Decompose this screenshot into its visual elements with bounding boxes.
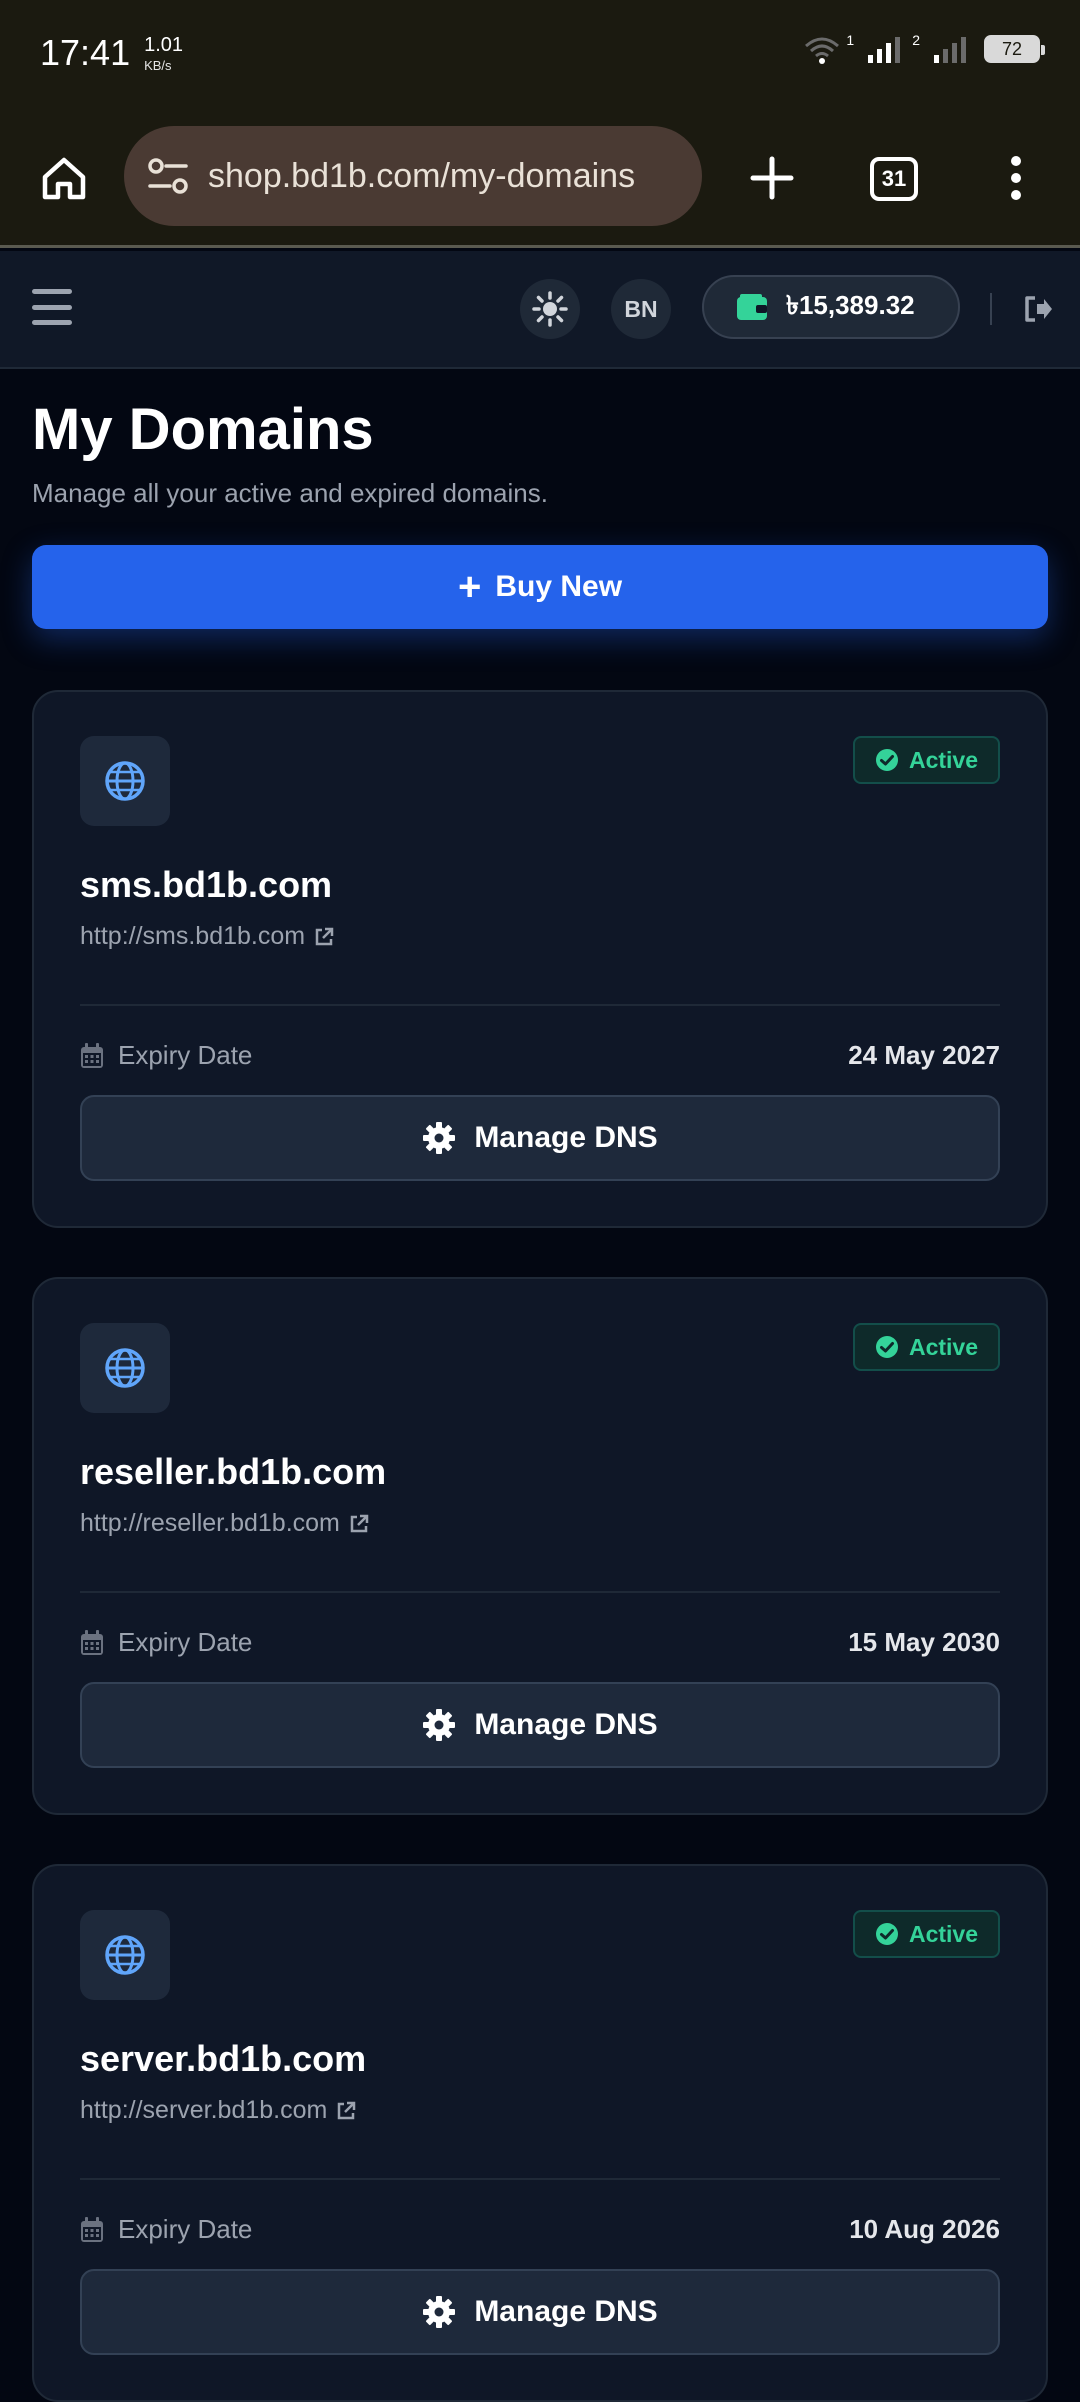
sun-icon xyxy=(532,291,568,327)
manage-dns-label: Manage DNS xyxy=(474,1708,658,1741)
globe-icon xyxy=(105,761,145,801)
globe-icon xyxy=(105,1935,145,1975)
expiry-label: Expiry Date xyxy=(80,1040,252,1071)
expiry-label: Expiry Date xyxy=(80,1627,252,1658)
app-header: BN ৳15,389.32 xyxy=(0,251,1080,369)
domain-card: Active server.bd1b.com http://server.bd1… xyxy=(32,1864,1048,2402)
battery-level: 72 xyxy=(1001,38,1023,59)
url-text: shop.bd1b.com/my-domains xyxy=(208,156,636,195)
domain-url-text: http://sms.bd1b.com xyxy=(80,922,306,950)
domain-url-text: http://reseller.bd1b.com xyxy=(80,1509,340,1537)
domain-url-text: http://server.bd1b.com xyxy=(80,2096,328,2124)
wallet-amount: ৳15,389.32 xyxy=(786,290,915,320)
external-link-icon xyxy=(338,2101,356,2119)
home-button[interactable] xyxy=(34,148,94,208)
domain-name: server.bd1b.com xyxy=(80,2038,367,2079)
status-badge: Active xyxy=(852,1323,1000,1371)
calendar-icon xyxy=(81,1629,103,1655)
domain-card: Active reseller.bd1b.com http://reseller… xyxy=(32,1277,1048,1815)
check-circle-icon xyxy=(875,749,898,771)
check-circle-icon xyxy=(875,1923,898,1945)
language-button[interactable]: BN xyxy=(611,279,671,339)
expiry-label-text: Expiry Date xyxy=(118,2214,253,2244)
gear-icon xyxy=(423,2296,456,2328)
domain-icon-box xyxy=(80,1323,170,1413)
domain-link[interactable]: http://server.bd1b.com xyxy=(80,2096,357,2125)
logout-icon xyxy=(1025,296,1052,322)
hamburger-icon[interactable] xyxy=(32,289,72,325)
network-speed-unit: KB/s xyxy=(144,57,172,73)
buy-new-label: Buy New xyxy=(495,570,623,603)
page-title: My Domains xyxy=(32,397,374,462)
expiry-date: 24 May 2027 xyxy=(848,1040,1000,1070)
wifi-icon xyxy=(805,37,840,64)
tab-count: 31 xyxy=(870,157,918,201)
battery-indicator: 72 xyxy=(984,35,1045,63)
status-text: Active xyxy=(908,1333,978,1360)
expiry-label-text: Expiry Date xyxy=(118,1040,253,1070)
status-badge: Active xyxy=(852,1910,1000,1958)
domain-card: Active sms.bd1b.com http://sms.bd1b.com … xyxy=(32,690,1048,1228)
home-icon xyxy=(42,157,86,200)
domain-link[interactable]: http://sms.bd1b.com xyxy=(80,922,335,951)
page-subtitle: Manage all your active and expired domai… xyxy=(32,478,548,508)
gear-icon xyxy=(423,1122,456,1154)
status-icons: 1 2 72 xyxy=(802,32,1045,64)
status-time: 17:41 xyxy=(40,32,131,73)
calendar-icon xyxy=(81,1042,103,1068)
card-divider xyxy=(80,2178,1000,2180)
card-divider xyxy=(80,1591,1000,1593)
gear-icon xyxy=(423,1709,456,1741)
plus-icon: + xyxy=(457,565,482,609)
manage-dns-button[interactable]: Manage DNS xyxy=(80,1095,1000,1181)
signal-sim2-icon xyxy=(934,37,966,63)
globe-icon xyxy=(105,1348,145,1388)
address-bar[interactable]: shop.bd1b.com/my-domains xyxy=(124,126,702,226)
header-divider xyxy=(990,293,992,325)
expiry-date: 15 May 2030 xyxy=(848,1627,1000,1657)
expiry-date: 10 Aug 2026 xyxy=(849,2214,1000,2244)
expiry-label-text: Expiry Date xyxy=(118,1627,253,1657)
manage-dns-label: Manage DNS xyxy=(474,2295,658,2328)
domain-name: reseller.bd1b.com xyxy=(80,1451,387,1492)
language-label: BN xyxy=(624,295,658,322)
browser-menu-button[interactable] xyxy=(996,148,1036,208)
manage-dns-label: Manage DNS xyxy=(474,1121,658,1154)
buy-new-button[interactable]: + Buy New xyxy=(32,545,1048,629)
new-tab-button[interactable] xyxy=(742,148,802,208)
theme-toggle-button[interactable] xyxy=(520,279,580,339)
sim2-label: 2 xyxy=(912,32,920,48)
more-vertical-icon xyxy=(1011,156,1021,200)
manage-dns-button[interactable]: Manage DNS xyxy=(80,2269,1000,2355)
manage-dns-button[interactable]: Manage DNS xyxy=(80,1682,1000,1768)
signal-sim1-icon xyxy=(868,37,901,63)
status-text: Active xyxy=(908,1920,978,1947)
sim1-label: 1 xyxy=(846,32,855,48)
tune-icon[interactable] xyxy=(146,156,190,196)
browser-toolbar: shop.bd1b.com/my-domains 31 xyxy=(0,106,1080,248)
plus-icon xyxy=(750,156,794,200)
tab-switcher-button[interactable]: 31 xyxy=(866,154,922,204)
wallet-icon xyxy=(737,294,767,320)
domain-icon-box xyxy=(80,1910,170,2000)
network-speed: 1.01 KB/s xyxy=(144,35,183,72)
wallet-balance[interactable]: ৳15,389.32 xyxy=(702,275,960,339)
status-bar: 17:41 1.01 KB/s 1 2 72 xyxy=(0,0,1080,106)
expiry-label: Expiry Date xyxy=(80,2214,252,2245)
network-speed-value: 1.01 xyxy=(144,33,184,56)
status-text: Active xyxy=(908,746,978,773)
external-link-icon xyxy=(350,1514,369,1532)
domain-link[interactable]: http://reseller.bd1b.com xyxy=(80,1509,370,1538)
external-link-icon xyxy=(315,927,334,945)
check-circle-icon xyxy=(875,1336,898,1358)
status-badge: Active xyxy=(852,736,1000,784)
domain-name: sms.bd1b.com xyxy=(80,864,333,905)
logout-button[interactable] xyxy=(1018,289,1058,329)
card-divider xyxy=(80,1004,1000,1006)
calendar-icon xyxy=(81,2216,103,2242)
domain-icon-box xyxy=(80,736,170,826)
